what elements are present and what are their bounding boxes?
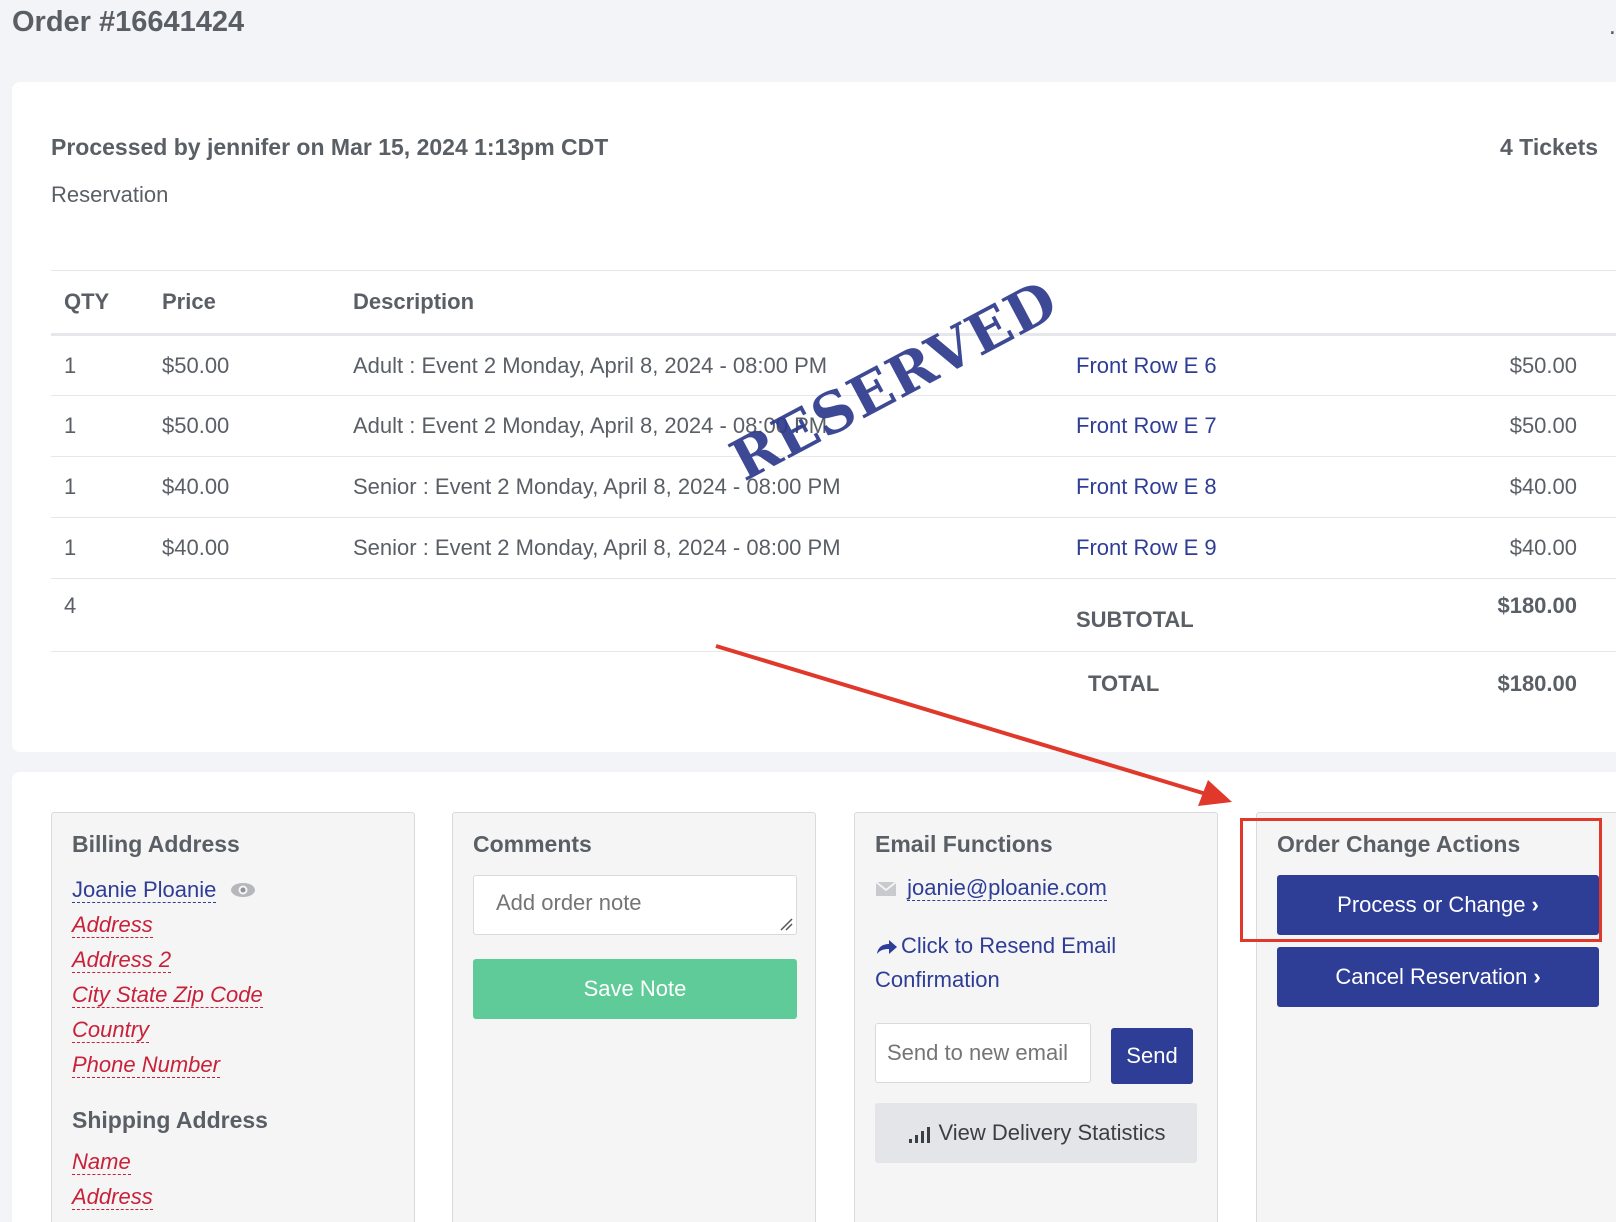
billing-address[interactable]: Address bbox=[72, 912, 153, 938]
billing-name-link[interactable]: Joanie Ploanie bbox=[72, 877, 217, 903]
process-or-change-button[interactable]: Process or Change › bbox=[1277, 875, 1599, 935]
chevron-right-icon: › bbox=[1531, 892, 1539, 917]
total-row: TOTAL $180.00 bbox=[51, 652, 1616, 716]
process-or-change-label: Process or Change bbox=[1337, 892, 1526, 917]
order-items-table: QTY Price Description 1 $50.00 Adult : E… bbox=[51, 270, 1616, 716]
billing-address-list: Joanie Ploanie Address Address 2 City St… bbox=[72, 877, 263, 1087]
seat-link[interactable]: Front Row E 6 bbox=[1076, 334, 1336, 396]
customer-email: joanie@ploanie.com bbox=[875, 875, 1107, 901]
row-price: $40.00 bbox=[149, 456, 340, 518]
row-amount: $50.00 bbox=[1336, 334, 1616, 396]
ticket-count: 4 Tickets bbox=[1500, 134, 1599, 160]
row-price: $50.00 bbox=[149, 334, 340, 396]
billing-address2[interactable]: Address 2 bbox=[72, 947, 172, 973]
comments-panel: Comments Save Note bbox=[452, 812, 816, 1222]
billing-country[interactable]: Country bbox=[72, 1017, 150, 1043]
row-price: $50.00 bbox=[149, 395, 340, 457]
row-qty: 1 bbox=[51, 395, 149, 457]
order-change-actions-panel: Order Change Actions Process or Change › … bbox=[1256, 812, 1616, 1222]
seat-link[interactable]: Front Row E 8 bbox=[1076, 456, 1336, 518]
new-email-input[interactable] bbox=[875, 1023, 1091, 1083]
subtotal-label: SUBTOTAL bbox=[1076, 578, 1336, 652]
view-delivery-statistics-label: View Delivery Statistics bbox=[938, 1120, 1166, 1145]
shipping-address-list: Name Address bbox=[72, 1149, 153, 1219]
header-amount bbox=[1336, 270, 1616, 336]
order-change-actions-title: Order Change Actions bbox=[1277, 831, 1521, 857]
shipping-address[interactable]: Address bbox=[72, 1184, 153, 1210]
row-description: Adult : Event 2 Monday, April 8, 2024 - … bbox=[340, 395, 1076, 457]
truncated-edge-mark: . bbox=[1608, 10, 1616, 40]
header-qty: QTY bbox=[51, 270, 149, 336]
row-qty: 1 bbox=[51, 456, 149, 518]
row-amount: $40.00 bbox=[1336, 456, 1616, 518]
page-title: Order #16641424 bbox=[12, 6, 245, 38]
save-note-button[interactable]: Save Note bbox=[473, 959, 797, 1019]
customer-email-link[interactable]: joanie@ploanie.com bbox=[907, 875, 1107, 901]
total-value: $180.00 bbox=[1497, 670, 1577, 696]
table-header-row: QTY Price Description bbox=[51, 270, 1616, 336]
email-functions-title: Email Functions bbox=[875, 831, 1053, 857]
row-description: Senior : Event 2 Monday, April 8, 2024 -… bbox=[340, 456, 1076, 518]
send-button[interactable]: Send bbox=[1111, 1028, 1193, 1084]
row-qty: 1 bbox=[51, 334, 149, 396]
shipping-name[interactable]: Name bbox=[72, 1149, 131, 1175]
seat-link[interactable]: Front Row E 7 bbox=[1076, 395, 1336, 457]
shipping-title: Shipping Address bbox=[72, 1107, 268, 1133]
chevron-right-icon: › bbox=[1533, 964, 1541, 989]
resend-confirmation-link[interactable]: Click to Resend Email Confirmation bbox=[875, 929, 1175, 997]
row-amount: $40.00 bbox=[1336, 517, 1616, 579]
signal-bars-icon bbox=[908, 1127, 930, 1144]
envelope-icon bbox=[875, 881, 897, 897]
subtotal-row: 4 SUBTOTAL $180.00 bbox=[51, 578, 1616, 652]
row-description: Senior : Event 2 Monday, April 8, 2024 -… bbox=[340, 517, 1076, 579]
view-delivery-statistics-button[interactable]: View Delivery Statistics bbox=[875, 1103, 1197, 1163]
processed-by-line: Processed by jennifer on Mar 15, 2024 1:… bbox=[51, 134, 609, 160]
row-amount: $50.00 bbox=[1336, 395, 1616, 457]
resend-label: Click to Resend Email Confirmation bbox=[875, 933, 1117, 992]
comments-title: Comments bbox=[473, 831, 592, 857]
billing-title: Billing Address bbox=[72, 831, 240, 857]
cancel-reservation-label: Cancel Reservation bbox=[1335, 964, 1528, 989]
subtotal-value: $180.00 bbox=[1336, 578, 1616, 652]
share-arrow-icon bbox=[877, 940, 897, 955]
order-type: Reservation bbox=[51, 182, 169, 207]
table-row: 1 $40.00 Senior : Event 2 Monday, April … bbox=[51, 456, 1616, 518]
order-note-input[interactable] bbox=[473, 875, 797, 935]
total-label: TOTAL bbox=[1088, 670, 1160, 696]
billing-phone[interactable]: Phone Number bbox=[72, 1052, 220, 1078]
cancel-reservation-button[interactable]: Cancel Reservation › bbox=[1277, 947, 1599, 1007]
eye-icon[interactable] bbox=[230, 878, 256, 904]
billing-city-state-zip[interactable]: City State Zip Code bbox=[72, 982, 263, 1008]
billing-panel: Billing Address Joanie Ploanie Address A… bbox=[51, 812, 415, 1222]
header-seat bbox=[1076, 270, 1336, 336]
seat-link[interactable]: Front Row E 9 bbox=[1076, 517, 1336, 579]
header-price: Price bbox=[149, 270, 340, 336]
table-row: 1 $40.00 Senior : Event 2 Monday, April … bbox=[51, 517, 1616, 579]
resize-grip-icon[interactable] bbox=[779, 917, 793, 931]
row-price: $40.00 bbox=[149, 517, 340, 579]
total-qty: 4 bbox=[51, 578, 149, 652]
email-functions-panel: Email Functions joanie@ploanie.com Click… bbox=[854, 812, 1218, 1222]
row-qty: 1 bbox=[51, 517, 149, 579]
